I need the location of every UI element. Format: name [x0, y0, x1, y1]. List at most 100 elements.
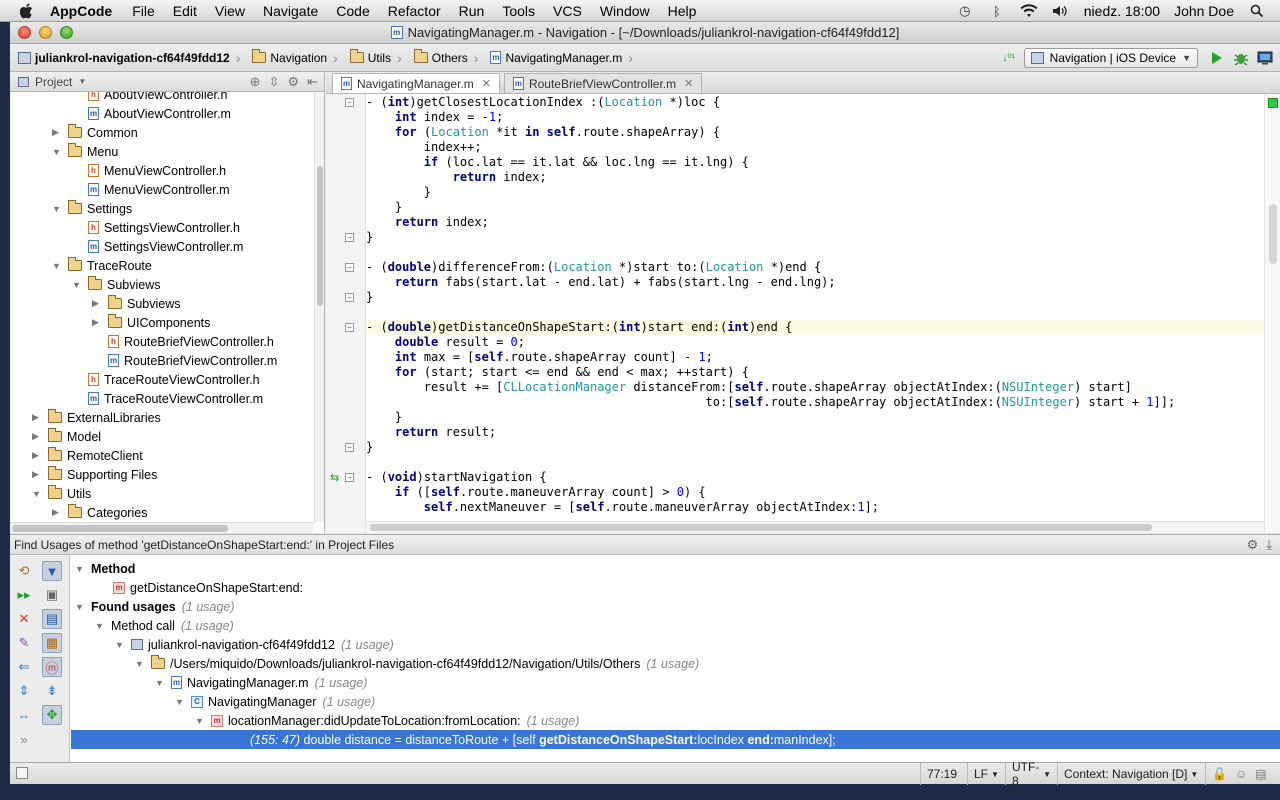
chevron-down-icon[interactable]: ▼: [135, 659, 145, 669]
result-file[interactable]: ▼ m NavigatingManager.m (1 usage): [155, 673, 367, 692]
tree-folder[interactable]: ▼ Menu: [52, 142, 118, 161]
chevron-down-icon[interactable]: ▼: [78, 77, 86, 86]
code-line[interactable]: }: [366, 185, 1264, 200]
code-line[interactable]: int max = [self.route.shapeArray count] …: [366, 350, 1264, 365]
time-machine-icon[interactable]: ◷: [956, 3, 974, 19]
wifi-icon[interactable]: [1020, 3, 1038, 19]
breadcrumb-others[interactable]: Others ›: [412, 48, 485, 68]
tree-file[interactable]: m TraceRouteViewController.m: [72, 389, 263, 408]
code-line[interactable]: for (Location *it in self.route.shapeArr…: [366, 125, 1264, 140]
no-errors-indicator[interactable]: [1268, 98, 1278, 108]
project-view-selector[interactable]: Project: [35, 75, 72, 89]
breadcrumb-utils[interactable]: Utils ›: [348, 48, 408, 68]
expand-icon[interactable]: ⇕: [14, 681, 34, 701]
chevron-right-icon[interactable]: ▶: [52, 127, 62, 138]
expand-all-icon[interactable]: ▸▸: [14, 585, 34, 605]
module-icon[interactable]: ▤: [42, 609, 62, 629]
tree-folder[interactable]: ▶ UIComponents: [92, 313, 210, 332]
filter-icon[interactable]: ▼: [42, 561, 62, 581]
code-line[interactable]: to:[self.route.shapeArray objectAtIndex:…: [366, 395, 1264, 410]
chevron-right-icon[interactable]: ▶: [32, 431, 42, 442]
result-method[interactable]: m getDistanceOnShapeStart:end:: [113, 578, 303, 597]
code-line[interactable]: double result = 0;: [366, 335, 1264, 350]
project-vertical-scrollbar[interactable]: [314, 92, 324, 522]
tree-file[interactable]: m SettingsViewController.m: [72, 237, 243, 256]
code-line[interactable]: }: [366, 200, 1264, 215]
apple-icon[interactable]: [18, 2, 36, 20]
menu-file[interactable]: File: [132, 3, 155, 19]
flatten-icon[interactable]: ⇟: [42, 681, 62, 701]
code-line[interactable]: return result;: [366, 425, 1264, 440]
code-line[interactable]: }: [366, 440, 1264, 455]
tree-folder[interactable]: ▶ Model: [32, 427, 101, 446]
chevron-right-icon[interactable]: ▶: [92, 317, 102, 328]
chevron-down-icon[interactable]: ▼: [32, 489, 42, 499]
chevron-down-icon[interactable]: ▼: [75, 564, 85, 574]
chevron-down-icon[interactable]: ▼: [115, 640, 125, 650]
tree-folder[interactable]: ▼ Utils: [32, 484, 91, 503]
code-line[interactable]: }: [366, 230, 1264, 245]
result-directory[interactable]: ▼ /Users/miquido/Downloads/juliankrol-na…: [135, 654, 699, 673]
fold-end-icon[interactable]: −: [345, 293, 354, 302]
chevron-right-icon[interactable]: ▶: [32, 469, 42, 480]
chevron-down-icon[interactable]: ▼: [52, 204, 62, 214]
tree-folder[interactable]: ▼ Settings: [52, 199, 132, 218]
menu-code[interactable]: Code: [336, 3, 369, 19]
fold-end-icon[interactable]: −: [345, 443, 354, 452]
code-line[interactable]: return fabs(start.lat - end.lat) + fabs(…: [366, 275, 1264, 290]
tree-folder[interactable]: ▼ Subviews: [72, 275, 161, 294]
fold-icon[interactable]: −: [345, 98, 354, 107]
collapse-all-icon[interactable]: ⇳: [269, 74, 280, 90]
minimize-window-button[interactable]: [39, 26, 52, 39]
app-menu[interactable]: AppCode: [50, 3, 112, 19]
implementation-marker-icon[interactable]: ⇆: [330, 471, 339, 484]
locate-icon[interactable]: ⊕: [250, 74, 261, 90]
project-horizontal-scrollbar[interactable]: [10, 522, 314, 533]
gear-icon[interactable]: ⚙: [287, 74, 299, 90]
file-encoding[interactable]: UTF-8 ▼: [1005, 760, 1057, 788]
code-line[interactable]: - (double)differenceFrom:(Location *)sta…: [366, 260, 1264, 275]
menu-view[interactable]: View: [215, 3, 245, 19]
run-configuration-select[interactable]: Navigation | iOS Device ▼: [1023, 48, 1198, 68]
fold-end-icon[interactable]: −: [345, 233, 354, 242]
code-line[interactable]: result += [CLLocationManager distanceFro…: [366, 380, 1264, 395]
bluetooth-icon[interactable]: ᛒ: [988, 3, 1006, 19]
tree-folder[interactable]: ▶ Supporting Files: [32, 465, 157, 484]
caret-position[interactable]: 77:19: [920, 763, 965, 785]
code-line[interactable]: if ([self.route.maneuverArray count] > 0…: [366, 485, 1264, 500]
more-icon[interactable]: »: [14, 729, 34, 749]
scrollbar-thumb[interactable]: [317, 166, 323, 306]
chevron-right-icon[interactable]: ▶: [52, 507, 62, 518]
close-window-button[interactable]: [18, 26, 31, 39]
group-icon[interactable]: ▣: [42, 585, 62, 605]
tree-file[interactable]: m AboutViewController.m: [72, 104, 231, 123]
method-group-icon[interactable]: ⓜ: [42, 657, 62, 677]
tree-folder[interactable]: ▼ TraceRoute: [52, 256, 152, 275]
code-line[interactable]: return index;: [366, 215, 1264, 230]
sort-icon[interactable]: ↓⁰¹: [1000, 49, 1018, 67]
chevron-down-icon[interactable]: ▼: [52, 261, 62, 271]
scrollbar-thumb[interactable]: [370, 524, 1152, 531]
run-button[interactable]: [1208, 49, 1226, 67]
result-method-call[interactable]: ▼ Method call (1 usage): [95, 616, 234, 635]
debug-button[interactable]: [1232, 49, 1250, 67]
tree-file[interactable]: m RouteBriefViewController.m: [92, 351, 277, 370]
code-line[interactable]: }: [366, 290, 1264, 305]
tree-file[interactable]: h RouteBriefViewController.h: [92, 332, 274, 351]
inspector-icon[interactable]: ☺: [1235, 767, 1247, 781]
collapse-icon[interactable]: ⇔: [14, 705, 34, 725]
tree-file[interactable]: h AboutViewController.h: [72, 92, 227, 104]
tree-file[interactable]: h TraceRouteViewController.h: [72, 370, 260, 389]
code-area[interactable]: - (int)getClosestLocationIndex :(Locatio…: [366, 94, 1264, 521]
simulator-icon[interactable]: [1256, 49, 1274, 67]
hide-panel-icon[interactable]: ⤓: [1266, 537, 1272, 553]
code-line[interactable]: return index;: [366, 170, 1264, 185]
tree-folder[interactable]: ▶ ExternalLibraries: [32, 408, 161, 427]
code-line[interactable]: int index = -1;: [366, 110, 1264, 125]
tree-folder[interactable]: ▶ Common: [52, 123, 138, 142]
event-log-icon[interactable]: ▤: [1255, 767, 1266, 781]
chevron-right-icon[interactable]: ▶: [32, 412, 42, 423]
code-line[interactable]: - (void)startNavigation {: [366, 470, 1264, 485]
result-method-group[interactable]: ▼ Method: [75, 559, 135, 578]
menubar-clock[interactable]: niedz. 18:00: [1084, 3, 1160, 19]
